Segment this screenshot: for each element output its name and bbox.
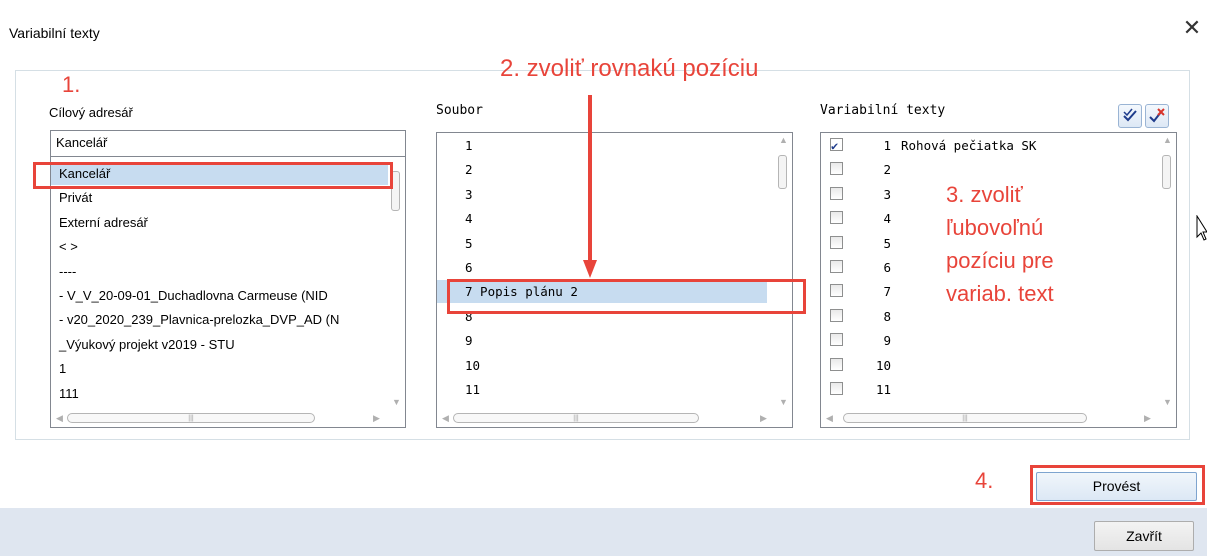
- list-item[interactable]: Privát: [51, 186, 388, 209]
- list-item[interactable]: 6: [437, 256, 767, 279]
- list-item[interactable]: 10: [821, 354, 1159, 377]
- item-number: 10: [875, 357, 891, 373]
- item-number: 11: [875, 382, 891, 397]
- list-item[interactable]: 1: [51, 357, 388, 380]
- list-item[interactable]: 2: [437, 158, 767, 181]
- list-item[interactable]: 11: [821, 378, 1159, 401]
- list-item[interactable]: 9: [821, 329, 1159, 352]
- list-item[interactable]: 3: [437, 183, 767, 206]
- list-item[interactable]: 111: [51, 382, 388, 405]
- list-item[interactable]: _Výukový projekt v2019 - STU: [51, 333, 388, 356]
- item-number: 8: [883, 308, 891, 324]
- target-dir-combo[interactable]: Kancelář: [50, 130, 406, 156]
- scroll-thumb[interactable]: |||: [67, 413, 315, 423]
- annotation-step-3-line: pozíciu pre: [946, 248, 1054, 273]
- variable-texts-label: Variabilní texty: [820, 103, 946, 118]
- list-item[interactable]: < >: [51, 235, 388, 258]
- vertical-scrollbar[interactable]: ▲ ▼: [775, 133, 792, 409]
- annotation-step-3: 3. zvoliť ľubovoľnú pozíciu pre variab. …: [946, 178, 1054, 310]
- scroll-thumb[interactable]: |||: [843, 413, 1087, 423]
- scroll-right-icon[interactable]: ▶: [755, 413, 772, 424]
- item-number: 7: [883, 284, 891, 300]
- horizontal-scrollbar[interactable]: ◀ ||| ▶: [51, 410, 405, 427]
- scroll-thumb[interactable]: [778, 155, 787, 189]
- item-number: 2: [883, 162, 891, 178]
- checkbox[interactable]: [830, 162, 843, 176]
- scroll-left-icon[interactable]: ◀: [437, 413, 454, 424]
- list-item[interactable]: 1: [437, 134, 767, 157]
- list-item[interactable]: ----: [51, 260, 388, 283]
- close-button[interactable]: Zavřít: [1094, 521, 1194, 551]
- annotation-step-4: 4.: [975, 468, 994, 493]
- list-item[interactable]: 10: [437, 354, 767, 377]
- scroll-down-icon[interactable]: ▼: [1159, 397, 1176, 407]
- item-number: 5: [883, 235, 891, 251]
- list-item[interactable]: ✔ 1 Rohová pečiatka SK: [821, 134, 1159, 157]
- list-item[interactable]: 5: [437, 232, 767, 255]
- horizontal-scrollbar[interactable]: ◀ ||| ▶: [821, 410, 1176, 427]
- mouse-cursor-icon: [1196, 214, 1207, 250]
- check-all-icon[interactable]: [1118, 104, 1142, 128]
- list-item[interactable]: Externí adresář: [51, 211, 388, 234]
- scroll-left-icon[interactable]: ◀: [51, 413, 68, 424]
- scroll-up-icon[interactable]: ▲: [1159, 135, 1176, 145]
- checkbox[interactable]: ✔: [830, 138, 843, 153]
- checkbox[interactable]: [830, 382, 843, 395]
- checkbox[interactable]: [830, 260, 843, 273]
- annotation-highlight-target: [33, 162, 393, 189]
- file-label: Soubor: [436, 103, 483, 118]
- annotation-step-3-line: 3. zvoliť: [946, 182, 1023, 207]
- scroll-left-icon[interactable]: ◀: [821, 413, 838, 424]
- scroll-thumb[interactable]: |||: [453, 413, 699, 423]
- dialog-footer: [0, 508, 1207, 556]
- dialog-title: Variabilní texty: [9, 25, 100, 41]
- annotation-step-3-line: variab. text: [946, 281, 1054, 306]
- annotation-arrow: [583, 95, 597, 280]
- scroll-up-icon[interactable]: ▲: [775, 135, 792, 145]
- item-number: 6: [883, 260, 891, 275]
- vertical-scrollbar[interactable]: ▼: [388, 157, 405, 409]
- annotation-step-2: 2. zvoliť rovnakú pozíciu: [500, 55, 759, 82]
- checkbox[interactable]: [830, 333, 843, 347]
- scroll-down-icon[interactable]: ▼: [775, 397, 792, 407]
- scroll-right-icon[interactable]: ▶: [368, 413, 385, 424]
- annotation-highlight-execute: [1030, 465, 1205, 505]
- list-item[interactable]: 9: [437, 329, 767, 352]
- checkmark-icon: ✔: [831, 139, 839, 153]
- scroll-right-icon[interactable]: ▶: [1139, 413, 1156, 424]
- item-number: 3: [883, 186, 891, 202]
- item-number: 4: [883, 211, 891, 227]
- vertical-scrollbar[interactable]: ▲ ▼: [1159, 133, 1176, 409]
- list-item[interactable]: 4: [437, 207, 767, 230]
- checkbox[interactable]: [830, 186, 843, 200]
- scroll-thumb[interactable]: [1162, 155, 1171, 189]
- item-text: Rohová pečiatka SK: [901, 138, 1037, 153]
- scroll-down-icon[interactable]: ▼: [388, 397, 405, 407]
- list-item[interactable]: - v20_2020_239_Plavnica-prelozka_DVP_AD …: [51, 308, 388, 331]
- annotation-step-3-line: ľubovoľnú: [946, 215, 1044, 240]
- annotation-highlight-file: [447, 279, 806, 314]
- horizontal-scrollbar[interactable]: ◀ ||| ▶: [437, 410, 792, 427]
- uncheck-all-icon[interactable]: [1145, 104, 1169, 128]
- checkbox[interactable]: [830, 308, 843, 322]
- target-dir-list[interactable]: Kancelář Privát Externí adresář < > ---- - V_…: [50, 156, 406, 428]
- item-number: 1: [883, 138, 891, 153]
- checkbox[interactable]: [830, 211, 843, 225]
- item-number: 9: [883, 333, 891, 349]
- annotation-step-1: 1.: [62, 72, 81, 97]
- checkbox[interactable]: [830, 357, 843, 371]
- target-dir-label: Cílový adresář: [49, 105, 133, 120]
- checkbox[interactable]: [830, 235, 843, 249]
- close-icon[interactable]: ✕: [1180, 16, 1204, 40]
- list-item[interactable]: 11: [437, 378, 767, 401]
- list-item[interactable]: - V_V_20-09-01_Duchadlovna Carmeuse (NID: [51, 284, 388, 307]
- checkbox[interactable]: [830, 284, 843, 298]
